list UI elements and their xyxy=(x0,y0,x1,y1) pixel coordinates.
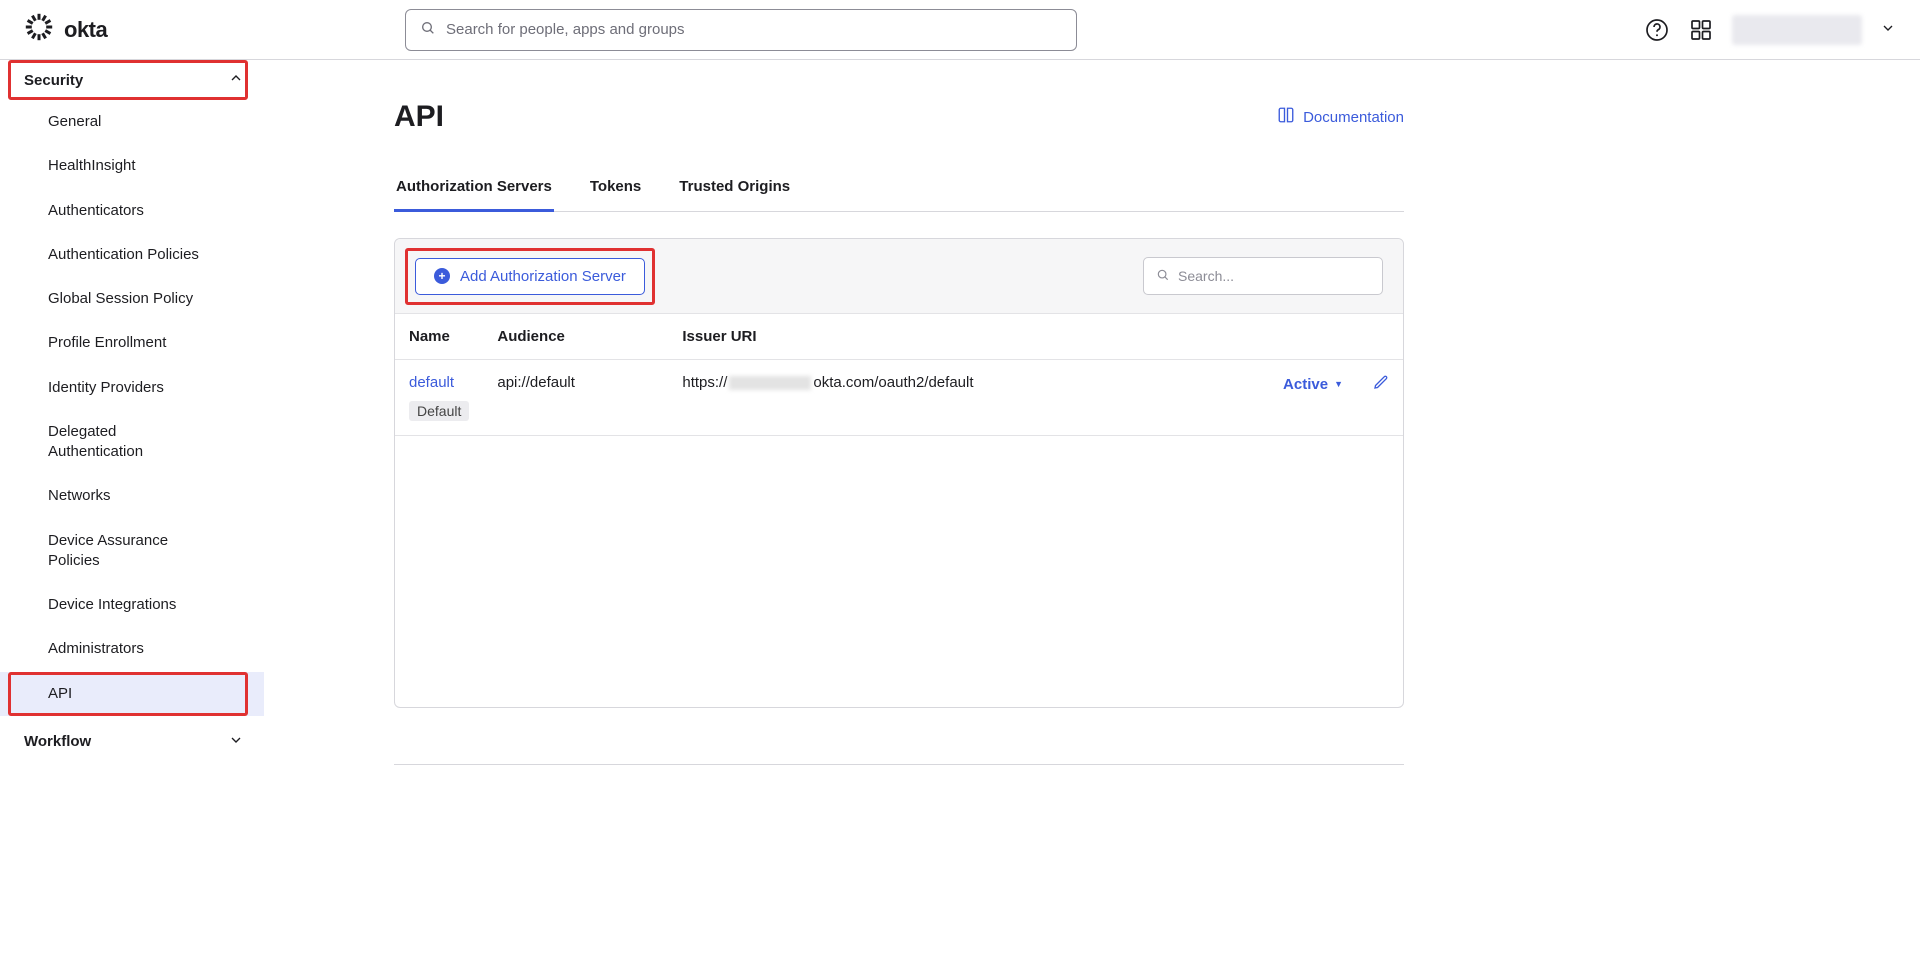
col-name: Name xyxy=(395,314,483,360)
plus-icon: + xyxy=(434,268,450,284)
sidebar-section-security[interactable]: Security xyxy=(0,60,264,100)
tabs-bar: Authorization Servers Tokens Trusted Ori… xyxy=(394,164,1404,212)
add-auth-server-label: Add Authorization Server xyxy=(460,268,626,285)
sidebar-item-networks[interactable]: Networks xyxy=(0,474,264,518)
help-icon[interactable] xyxy=(1644,17,1670,43)
sidebar-item-auth-policies[interactable]: Authentication Policies xyxy=(0,233,264,277)
sidebar-item-global-session[interactable]: Global Session Policy xyxy=(0,277,264,321)
left-sidebar: Security General HealthInsight Authentic… xyxy=(0,60,264,970)
sidebar-item-healthinsight[interactable]: HealthInsight xyxy=(0,144,264,188)
section-divider xyxy=(394,764,1404,765)
col-audience: Audience xyxy=(483,314,668,360)
table-row: default Default api://default https:// ok… xyxy=(395,360,1403,436)
okta-swirl-icon xyxy=(24,12,54,48)
issuer-redacted xyxy=(729,376,811,390)
row-status-dropdown[interactable]: Active xyxy=(1283,376,1343,393)
sidebar-item-administrators[interactable]: Administrators xyxy=(0,627,264,671)
auth-servers-table: Name Audience Issuer URI default Default xyxy=(395,314,1403,436)
panel-search[interactable] xyxy=(1143,257,1383,295)
row-issuer: https:// okta.com/oauth2/default xyxy=(668,360,1203,436)
brand-name: okta xyxy=(64,17,107,43)
sidebar-item-dev-integrations[interactable]: Device Integrations xyxy=(0,583,264,627)
add-auth-server-button[interactable]: + Add Authorization Server xyxy=(415,258,645,295)
user-profile-placeholder[interactable] xyxy=(1732,15,1862,45)
edit-icon[interactable] xyxy=(1373,374,1389,394)
page-title: API xyxy=(394,100,444,134)
tab-trusted-origins[interactable]: Trusted Origins xyxy=(677,164,792,212)
issuer-suffix: okta.com/oauth2/default xyxy=(813,374,973,391)
row-name-link[interactable]: default xyxy=(409,374,454,391)
global-search-input[interactable] xyxy=(446,21,1062,38)
tab-tokens[interactable]: Tokens xyxy=(588,164,643,212)
sidebar-item-authenticators[interactable]: Authenticators xyxy=(0,189,264,233)
apps-grid-icon[interactable] xyxy=(1688,17,1714,43)
sidebar-item-profile-enroll[interactable]: Profile Enrollment xyxy=(0,321,264,365)
row-tag: Default xyxy=(409,401,469,421)
search-icon xyxy=(1156,268,1170,285)
top-bar: okta xyxy=(0,0,1920,60)
documentation-link[interactable]: Documentation xyxy=(1277,106,1404,128)
sidebar-item-general[interactable]: General xyxy=(0,100,264,144)
chevron-down-icon xyxy=(228,732,244,752)
sidebar-section-label: Workflow xyxy=(24,733,91,750)
sidebar-section-workflow[interactable]: Workflow xyxy=(0,722,264,762)
sidebar-item-api[interactable]: API xyxy=(0,672,264,716)
tab-auth-servers[interactable]: Authorization Servers xyxy=(394,164,554,212)
sidebar-item-idp[interactable]: Identity Providers xyxy=(0,366,264,410)
auth-servers-panel: + Add Authorization Server xyxy=(394,238,1404,708)
issuer-prefix: https:// xyxy=(682,374,727,391)
chevron-up-icon xyxy=(228,70,244,90)
sidebar-item-dev-assurance[interactable]: Device Assurance Policies xyxy=(0,519,200,584)
brand-logo: okta xyxy=(24,12,107,48)
sidebar-section-label: Security xyxy=(24,72,83,89)
sidebar-item-delegated-auth[interactable]: Delegated Authentication xyxy=(0,410,180,475)
book-icon xyxy=(1277,106,1295,128)
col-issuer: Issuer URI xyxy=(668,314,1203,360)
search-icon xyxy=(420,20,436,39)
row-audience: api://default xyxy=(483,360,668,436)
documentation-label: Documentation xyxy=(1303,109,1404,126)
panel-search-input[interactable] xyxy=(1178,268,1370,284)
chevron-down-icon[interactable] xyxy=(1880,20,1896,39)
global-search[interactable] xyxy=(405,9,1077,51)
